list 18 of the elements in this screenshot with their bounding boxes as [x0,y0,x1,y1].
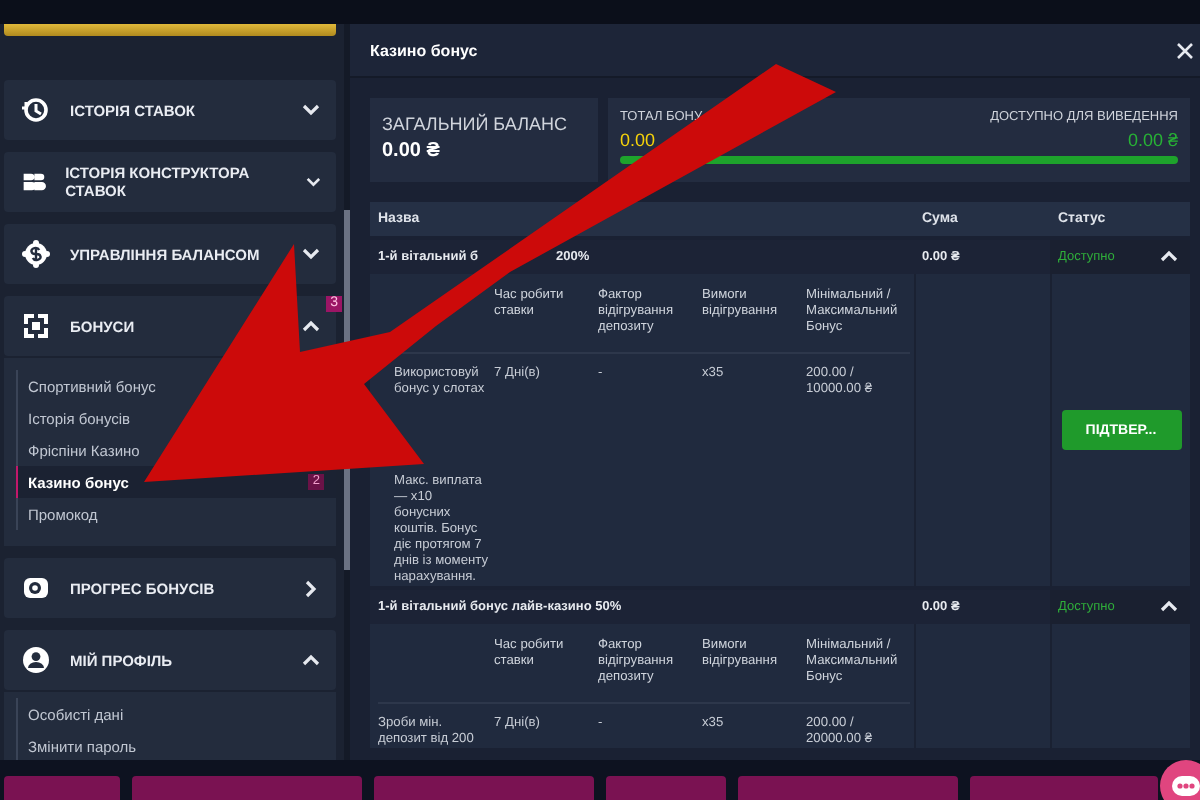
history-icon [22,96,50,124]
balance-value: 0.00 ₴ [382,140,442,162]
profile-icon [22,646,50,674]
promo-banner[interactable] [132,776,362,800]
balance-label: ЗАГАЛЬНИЙ БАЛАНС [382,114,569,134]
available-value: 0.00 ₴ [1127,130,1178,150]
dialog-title: Казино бонус [370,41,478,59]
total-value: 0.00 [620,130,656,150]
promo-banner[interactable] [606,776,726,800]
close-button[interactable] [1176,41,1194,59]
progress-icon [22,574,50,602]
promo-banner[interactable] [374,776,594,800]
promo-banner[interactable] [4,776,120,800]
frame-icon [22,312,50,340]
chat-icon [1172,776,1200,796]
builder-icon [22,168,46,196]
promo-banner[interactable] [738,776,958,800]
coin-gear-icon [22,240,50,268]
